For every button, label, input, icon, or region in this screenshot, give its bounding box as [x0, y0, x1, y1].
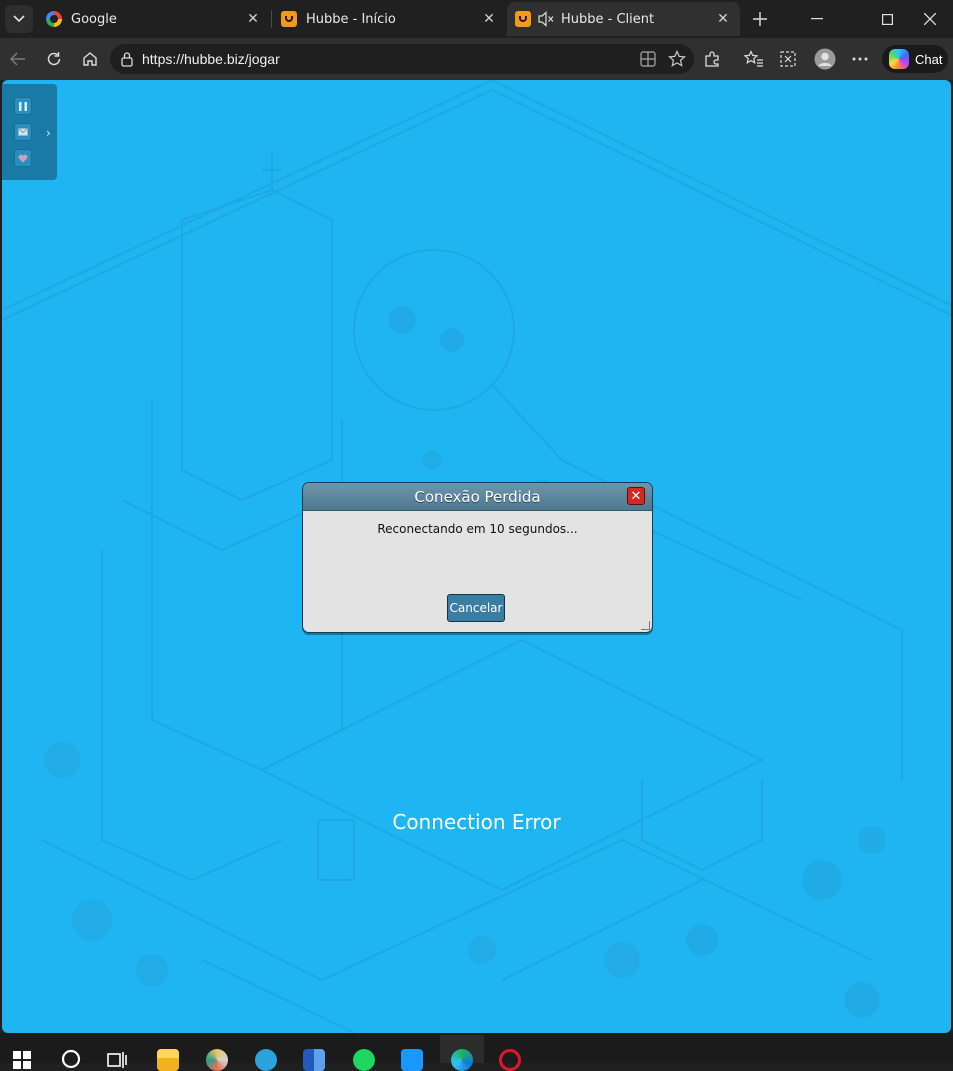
close-icon: ✕: [630, 488, 642, 504]
file-explorer-button[interactable]: [146, 1035, 190, 1071]
heart-button[interactable]: [14, 149, 32, 167]
url-text: https://hubbe.biz/jogar: [142, 51, 280, 67]
word-button[interactable]: [292, 1035, 336, 1071]
task-view-icon: [107, 1052, 127, 1068]
back-button[interactable]: [2, 43, 34, 75]
telegram-icon: [255, 1049, 277, 1071]
copilot-chat-button[interactable]: Chat: [882, 45, 948, 73]
tab-actions-button[interactable]: [5, 5, 33, 33]
dialog-message: Reconectando em 10 segundos...: [377, 522, 578, 536]
favorites-button[interactable]: [738, 43, 770, 75]
game-side-panel: ›: [2, 84, 57, 180]
dialog-header: Conexão Perdida: [303, 483, 652, 511]
resize-grip-icon[interactable]: [641, 621, 650, 630]
spotify-icon: [353, 1049, 375, 1071]
connection-lost-dialog: Conexão Perdida ✕ Reconectando em 10 seg…: [302, 482, 653, 633]
minimize-icon: [811, 18, 823, 20]
chat-label: Chat: [915, 51, 943, 67]
extensions-button[interactable]: [696, 43, 728, 75]
back-arrow-icon: [10, 52, 25, 66]
close-tab-icon[interactable]: ✕: [480, 10, 498, 28]
search-icon: [61, 1049, 81, 1069]
muted-speaker-icon[interactable]: [537, 11, 555, 27]
edge-icon: [451, 1049, 473, 1071]
file-explorer-icon: [157, 1049, 179, 1071]
prime-video-button[interactable]: [390, 1035, 434, 1071]
cancel-button[interactable]: Cancelar: [447, 594, 505, 622]
close-tab-icon[interactable]: ✕: [244, 10, 262, 28]
pause-button[interactable]: [14, 97, 32, 115]
mail-button[interactable]: [14, 123, 32, 141]
copilot-icon: [889, 49, 909, 69]
windows-taskbar: [0, 1033, 953, 1071]
more-dots-icon: [852, 57, 868, 61]
task-view-button[interactable]: [95, 1035, 139, 1068]
minimize-button[interactable]: [794, 0, 840, 38]
tab-hubbe-client[interactable]: Hubbe - Client ✕: [507, 2, 740, 36]
close-tab-icon[interactable]: ✕: [714, 10, 732, 28]
tab-title: Hubbe - Início: [306, 11, 396, 27]
telegram-button[interactable]: [244, 1035, 288, 1071]
search-button[interactable]: [49, 1035, 93, 1069]
pause-icon: [19, 101, 27, 111]
screenshot-icon: [780, 51, 796, 67]
refresh-icon: [47, 52, 61, 66]
expand-panel-chevron-icon[interactable]: ›: [46, 126, 51, 140]
avatar-icon: [814, 48, 836, 70]
opera-icon: [499, 1049, 521, 1071]
hubbe-favicon-icon: [515, 11, 531, 27]
game-client-viewport: › Conexão Perdida ✕ Reconectando em 10 s…: [2, 80, 951, 1033]
chevron-down-icon: [13, 15, 25, 23]
address-bar[interactable]: https://hubbe.biz/jogar: [110, 44, 694, 74]
new-tab-button[interactable]: [737, 0, 783, 38]
dialog-close-button[interactable]: ✕: [627, 487, 645, 505]
browser-toolbar: https://hubbe.biz/jogar: [0, 38, 953, 80]
app-available-icon[interactable]: [640, 51, 656, 67]
opera-button[interactable]: [488, 1035, 532, 1071]
tab-strip: Google ✕ Hubbe - Início ✕ Hubbe - Client…: [0, 0, 953, 38]
windows-start-icon: [13, 1051, 31, 1069]
word-icon: [303, 1049, 325, 1071]
plus-icon: [753, 12, 767, 26]
hubbe-favicon-icon: [281, 11, 297, 27]
tab-google[interactable]: Google ✕: [38, 2, 270, 36]
favorite-star-icon[interactable]: [668, 50, 686, 68]
start-button[interactable]: [0, 1035, 44, 1069]
dialog-title: Conexão Perdida: [414, 487, 541, 506]
home-button[interactable]: [74, 43, 106, 75]
google-favicon-icon: [46, 11, 62, 27]
mail-icon: [18, 128, 28, 136]
heart-icon: [18, 154, 28, 162]
lock-icon[interactable]: [120, 51, 134, 67]
maximize-button[interactable]: [864, 0, 910, 38]
screenshot-button[interactable]: [772, 43, 804, 75]
close-window-button[interactable]: [907, 0, 953, 38]
maximize-icon: [881, 13, 893, 25]
tab-hubbe-inicio[interactable]: Hubbe - Início ✕: [272, 2, 506, 36]
favorites-list-icon: [744, 50, 763, 67]
paint-icon: [206, 1049, 228, 1071]
close-icon: [924, 13, 936, 25]
home-icon: [83, 52, 97, 66]
tab-title: Google: [71, 11, 117, 27]
spotify-button[interactable]: [342, 1035, 386, 1071]
tab-title: Hubbe - Client: [561, 11, 655, 27]
refresh-button[interactable]: [38, 43, 70, 75]
puzzle-icon: [705, 51, 719, 67]
paint-button[interactable]: [195, 1035, 239, 1071]
profile-button[interactable]: [809, 43, 841, 75]
edge-button[interactable]: [440, 1035, 484, 1071]
settings-more-button[interactable]: [844, 43, 876, 75]
connection-error-text: Connection Error: [392, 810, 561, 834]
prime-video-icon: [401, 1049, 423, 1071]
